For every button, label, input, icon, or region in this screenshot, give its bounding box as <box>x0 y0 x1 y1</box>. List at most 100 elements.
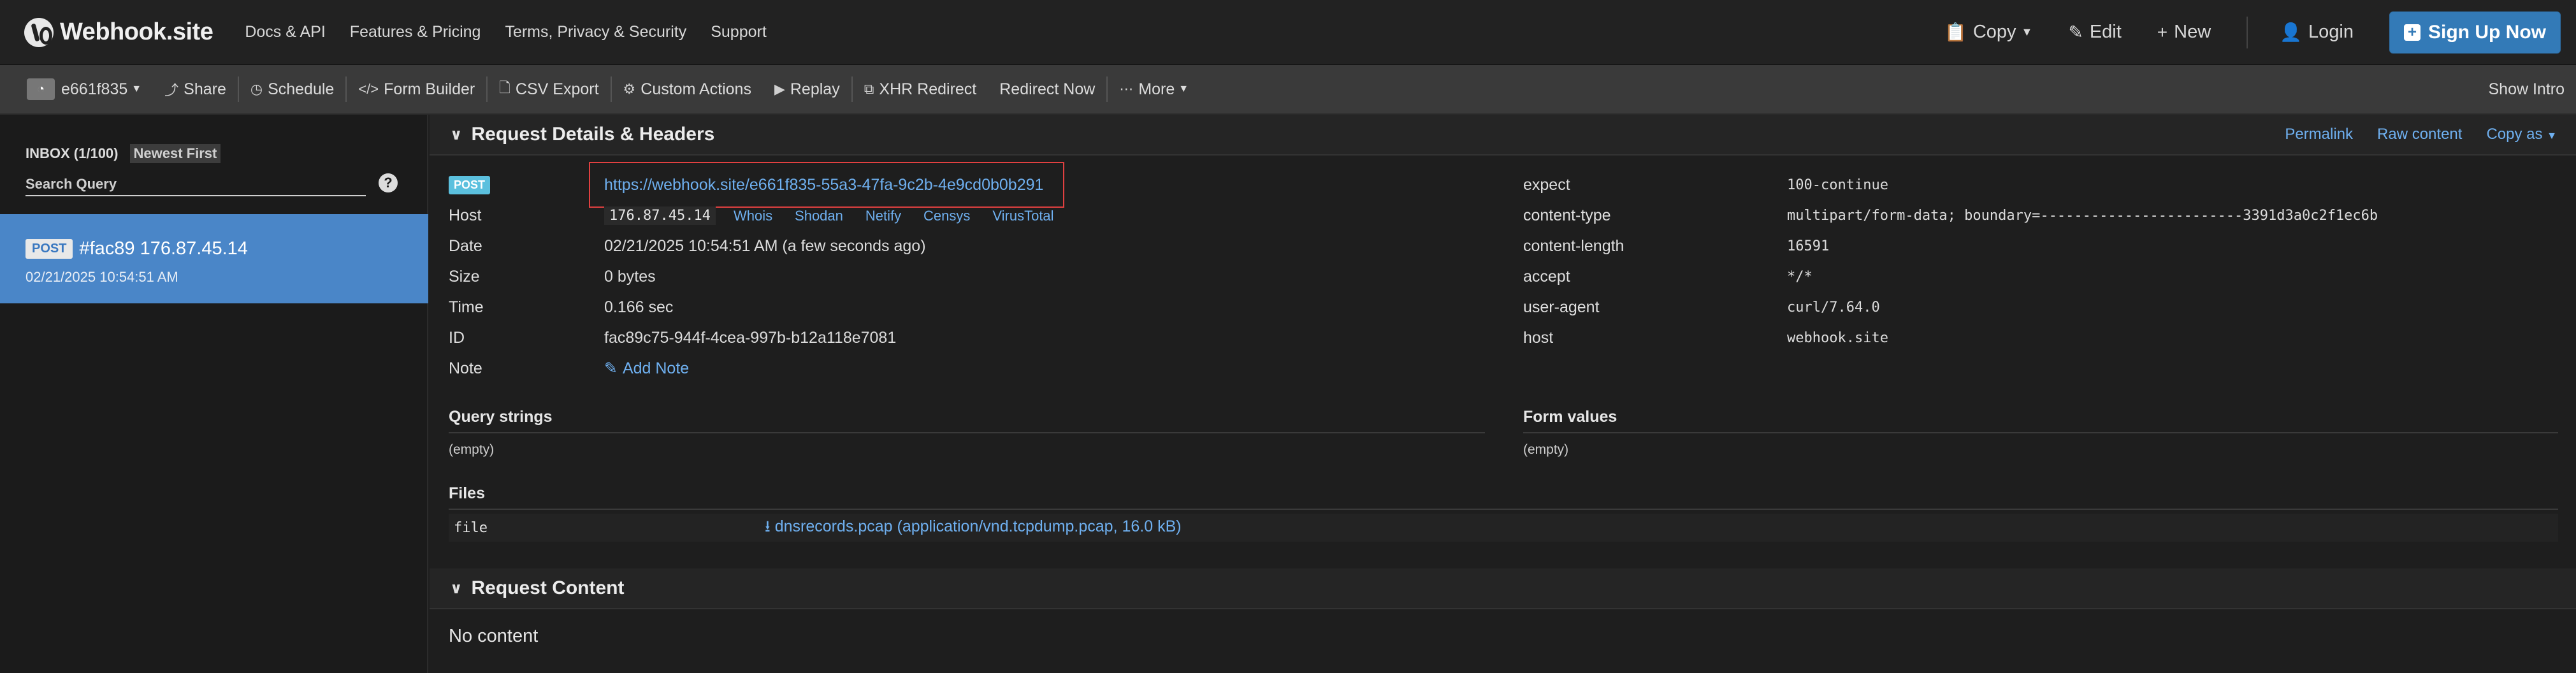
header-key-text: accept <box>1523 267 1570 286</box>
edit-button[interactable]: ✎ Edit <box>2068 22 2121 43</box>
search-input[interactable]: Search Query <box>25 173 366 196</box>
replay-button[interactable]: ▶ Replay <box>763 65 851 113</box>
request-date: 02/21/2025 10:54:51 AM <box>25 269 178 285</box>
header-key-text: host <box>1523 328 1554 347</box>
schedule-button[interactable]: ◷ Schedule <box>239 65 345 113</box>
nav-docs-link[interactable]: Docs & API <box>245 23 325 41</box>
token-dropdown[interactable]: ◔ e661f835 ▼ <box>15 65 153 113</box>
top-navbar: Webhook.site Docs & API Features & Prici… <box>0 0 2576 65</box>
header-value-text: curl/7.64.0 <box>1787 299 1880 315</box>
pencil-icon: ✎ <box>604 359 618 377</box>
size-value: 0 bytes <box>604 267 656 286</box>
details-title: Request Details & Headers <box>471 124 715 145</box>
content-header[interactable]: ∨ Request Content <box>430 568 2576 609</box>
method-badge: POST <box>25 239 73 259</box>
show-intro-link[interactable]: Show Intro <box>2488 80 2565 99</box>
signup-button[interactable]: + Sign Up Now <box>2389 11 2561 54</box>
add-note-label: Add Note <box>622 359 690 377</box>
divider <box>449 509 2558 510</box>
more-dropdown[interactable]: ⋯ More ▼ <box>1108 65 1200 113</box>
size-label: Size <box>449 267 480 286</box>
csv-export-button[interactable]: 🗋 CSV Export <box>488 65 610 113</box>
raw-content-link[interactable]: Raw content <box>2377 126 2462 143</box>
caret-down-icon: ▼ <box>131 83 142 94</box>
size-row: Size <box>449 263 480 291</box>
files-title: Files <box>449 484 485 502</box>
caret-down-icon: ▼ <box>2021 25 2033 38</box>
nav-terms-link[interactable]: Terms, Privacy & Security <box>505 23 686 41</box>
plus-icon: + <box>2157 22 2168 42</box>
request-list-item[interactable]: POST #fac89 176.87.45.14 02/21/2025 10:5… <box>0 214 428 303</box>
nav-support-link[interactable]: Support <box>711 23 767 41</box>
share-button[interactable]: ⤴ Share <box>153 65 238 113</box>
details-actions: Permalink Raw content Copy as ▼ <box>2261 126 2557 143</box>
header-value: 16591 <box>1787 232 1829 260</box>
signup-label: Sign Up Now <box>2428 21 2546 43</box>
plus-square-icon: + <box>2404 24 2421 41</box>
host-label: Host <box>449 206 482 224</box>
netify-link[interactable]: Netify <box>865 208 901 224</box>
copy-as-dropdown[interactable]: Copy as ▼ <box>2486 126 2557 143</box>
token-label: e661f835 <box>61 80 128 98</box>
header-key-text: expect <box>1523 175 1570 194</box>
header-value: multipart/form-data; boundary=----------… <box>1787 201 2378 229</box>
header-value: webhook.site <box>1787 324 1888 352</box>
sort-toggle[interactable]: Newest First <box>129 144 221 163</box>
new-button[interactable]: + New <box>2157 22 2211 43</box>
toolbar-left: ◔ e661f835 ▼ ⤴ Share ◷ Schedule </> Form… <box>15 65 1200 113</box>
brand[interactable]: Webhook.site <box>24 17 213 47</box>
copy-dropdown[interactable]: 📋 Copy ▼ <box>1944 22 2032 43</box>
note-row: Note <box>449 354 482 382</box>
date-row: Date <box>449 232 482 260</box>
request-title: #fac89 176.87.45.14 <box>79 238 248 259</box>
file-download-link[interactable]: ⭳ dnsrecords.pcap (application/vnd.tcpdu… <box>765 514 1182 542</box>
edit-icon: ✎ <box>2068 22 2083 42</box>
form-builder-button[interactable]: </> Form Builder <box>347 65 486 113</box>
shodan-link[interactable]: Shodan <box>795 208 843 224</box>
download-icon: ⭳ <box>765 517 771 535</box>
whois-link[interactable]: Whois <box>734 208 772 224</box>
xhr-redirect-label: XHR Redirect <box>879 80 977 98</box>
header-key-text: content-type <box>1523 206 1611 224</box>
form-values-empty: (empty) <box>1523 442 1569 457</box>
csv-export-label: CSV Export <box>515 80 599 98</box>
censys-link[interactable]: Censys <box>923 208 970 224</box>
clock-icon: ◔ <box>27 78 55 100</box>
header-key: host <box>1523 324 1553 352</box>
ellipsis-icon: ⋯ <box>1119 81 1134 97</box>
user-icon: 👤 <box>2280 22 2303 42</box>
date-label: Date <box>449 236 482 255</box>
request-url-link[interactable]: https://webhook.site/e661f835-55a3-47fa-… <box>604 176 1043 194</box>
webhook-logo-icon <box>24 17 54 47</box>
note-label: Note <box>449 359 482 377</box>
date-value-row: 02/21/2025 10:54:51 AM (a few seconds ag… <box>604 232 926 260</box>
login-button[interactable]: 👤 Login <box>2280 22 2354 43</box>
header-key-text: content-length <box>1523 236 1624 255</box>
query-strings-empty: (empty) <box>449 442 495 457</box>
host-ip: 176.87.45.14 <box>604 206 716 225</box>
file-key: file <box>454 519 488 536</box>
replay-label: Replay <box>790 80 840 98</box>
add-note-link[interactable]: ✎ Add Note <box>604 354 689 382</box>
help-icon[interactable]: ? <box>379 173 398 192</box>
divider <box>449 432 1485 433</box>
file-row: file ⭳ dnsrecords.pcap (application/vnd.… <box>449 514 2558 542</box>
time-value: 0.166 sec <box>604 298 674 316</box>
request-body: No content <box>449 626 539 646</box>
virustotal-link[interactable]: VirusTotal <box>992 208 1053 224</box>
details-header[interactable]: ∨ Request Details & Headers Permalink Ra… <box>430 115 2576 156</box>
host-value-row: 176.87.45.14 Whois Shodan Netify Censys … <box>604 201 1054 229</box>
inbox-count: INBOX (1/100) <box>25 145 119 161</box>
nav-features-link[interactable]: Features & Pricing <box>350 23 481 41</box>
caret-down-icon: ▼ <box>1178 83 1189 94</box>
copy-as-label: Copy as <box>2486 126 2543 143</box>
redirect-now-button[interactable]: Redirect Now <box>988 65 1106 113</box>
chevron-down-icon: ∨ <box>450 579 463 597</box>
header-key-text: user-agent <box>1523 298 1600 316</box>
copy-label: Copy <box>1972 22 2016 42</box>
custom-actions-button[interactable]: ⚙ Custom Actions <box>612 65 763 113</box>
permalink-link[interactable]: Permalink <box>2285 126 2353 143</box>
edit-label: Edit <box>2089 22 2122 42</box>
header-value-text: webhook.site <box>1787 329 1888 346</box>
xhr-redirect-button[interactable]: ⧉ XHR Redirect <box>853 65 988 113</box>
